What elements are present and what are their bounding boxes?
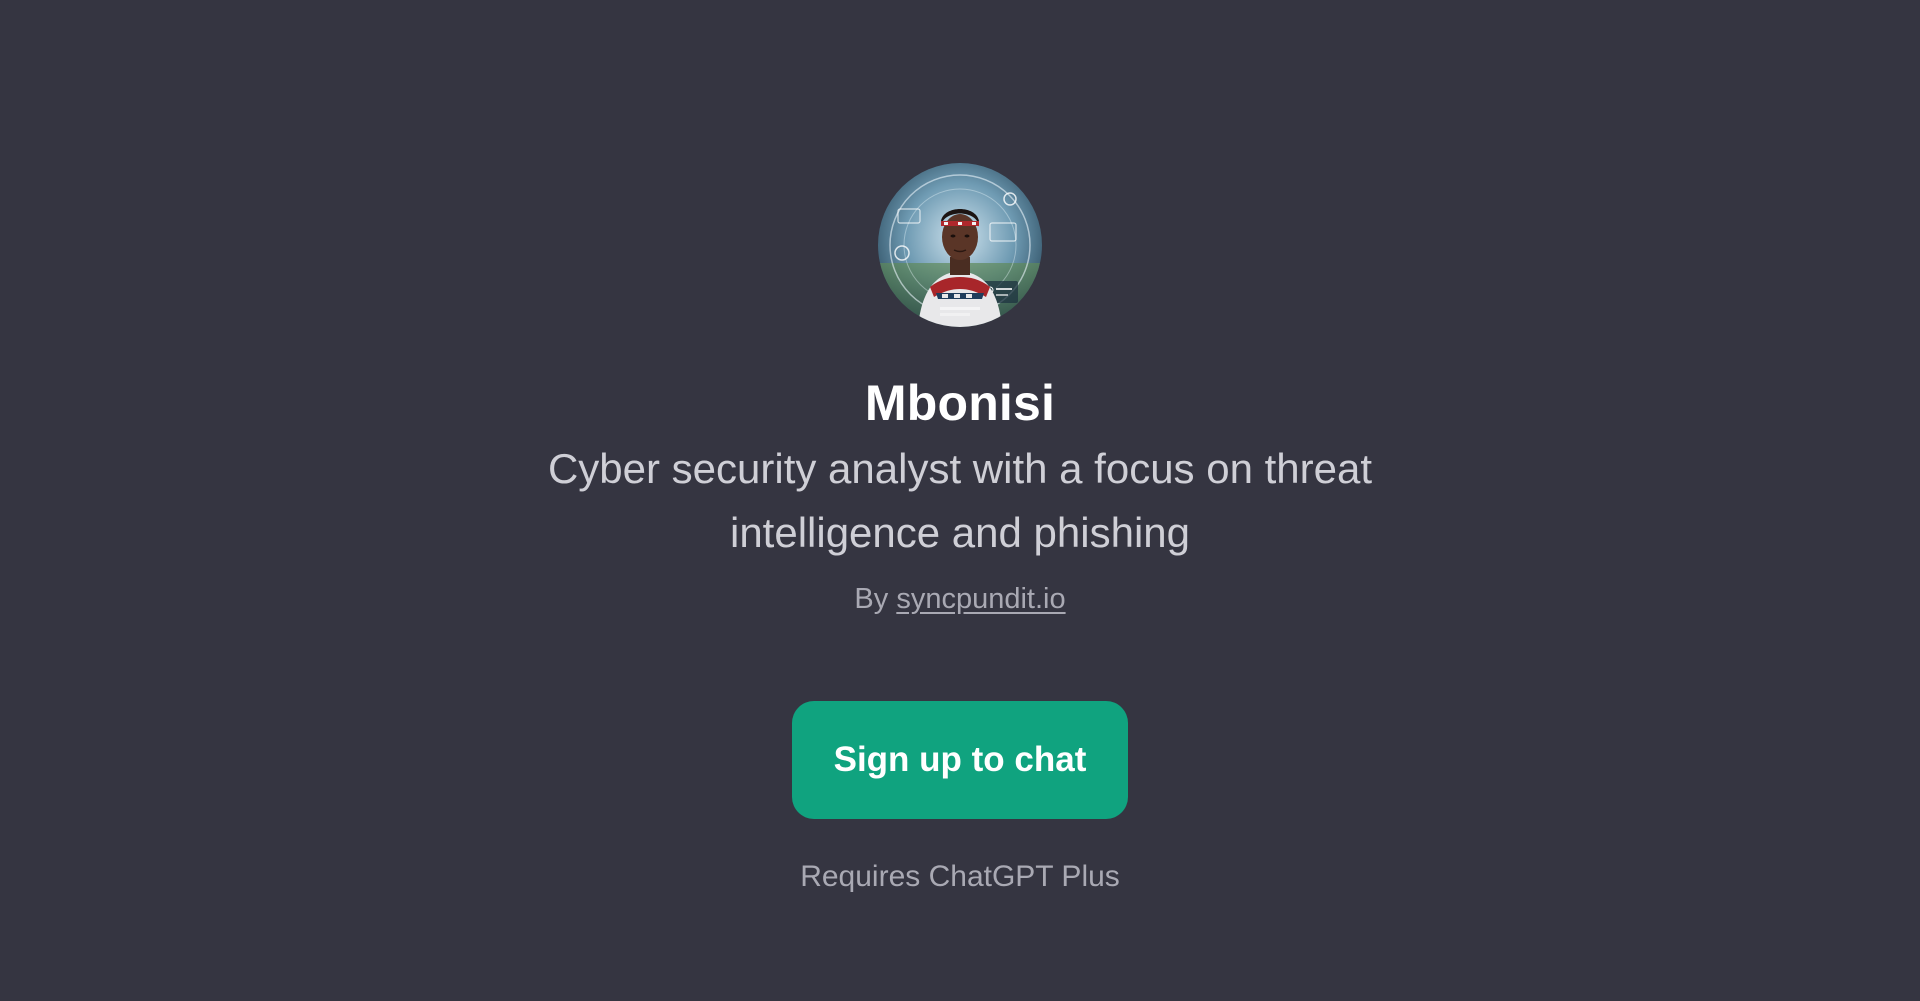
author-link[interactable]: syncpundit.io [896,583,1065,615]
gpt-avatar [878,163,1042,327]
gpt-description: Cyber security analyst with a focus on t… [547,445,1373,556]
requirement-note: Requires ChatGPT Plus [800,860,1120,893]
gpt-title: Mbonisi [864,375,1056,431]
sign-up-to-chat-button[interactable]: Sign up to chat [792,701,1128,819]
gpt-landing-page: Mbonisi Cyber security analyst with a fo… [0,0,1920,1001]
avatar-portrait-icon [878,163,1042,327]
gpt-byline: By syncpundit.io [854,579,1065,619]
byline-prefix: By [854,583,889,615]
